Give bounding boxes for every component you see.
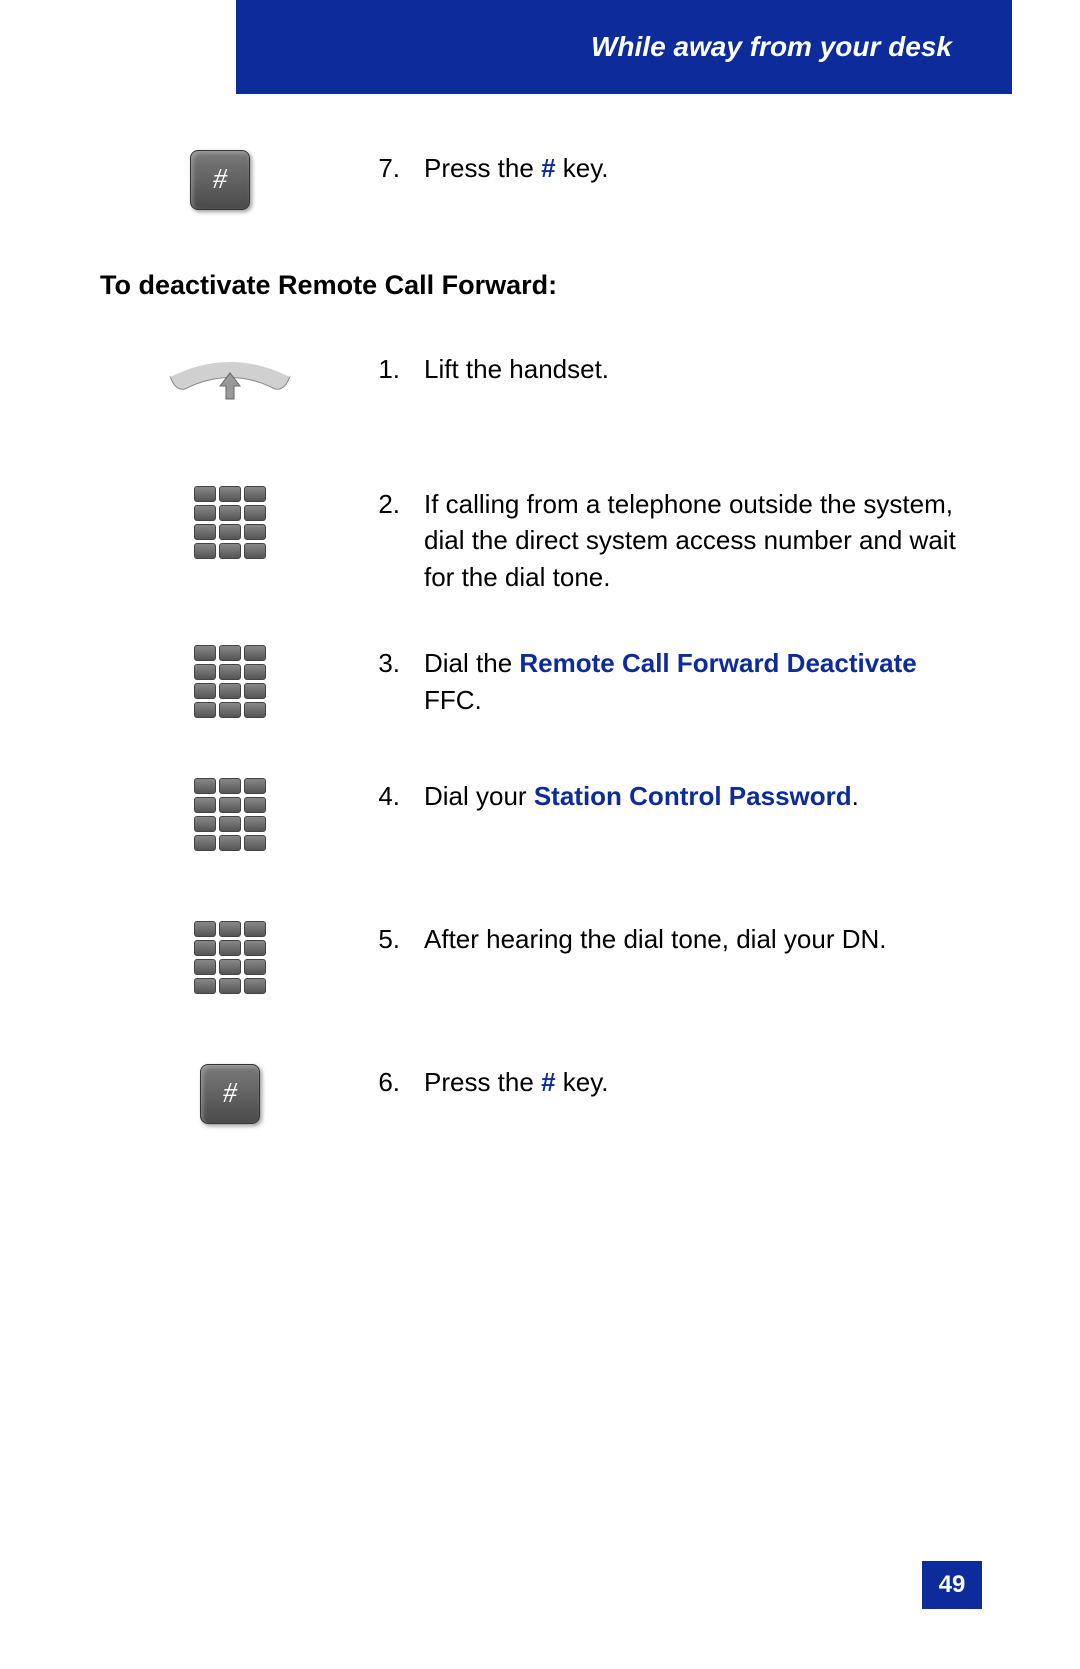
step-number: 5. xyxy=(360,921,400,957)
step-number: 7. xyxy=(360,150,400,186)
header-bar: While away from your desk xyxy=(236,0,1012,94)
text-col: 3. Dial the Remote Call Forward Deactiva… xyxy=(360,645,980,718)
text-col: 6. Press the # key. xyxy=(360,1064,980,1100)
text-col: 7. Press the # key. xyxy=(360,150,980,186)
text-col: 1. Lift the handset. xyxy=(360,351,980,387)
step-row-2: 2. If calling from a telephone outside t… xyxy=(100,486,980,595)
icon-col: # xyxy=(100,1064,360,1124)
hash-key-icon: # xyxy=(200,1064,260,1124)
section-heading: To deactivate Remote Call Forward: xyxy=(100,270,980,301)
text-col: 5. After hearing the dial tone, dial you… xyxy=(360,921,980,957)
step-number: 1. xyxy=(360,351,400,387)
step-row-4: 4. Dial your Station Control Password. xyxy=(100,778,980,851)
step-row-3: 3. Dial the Remote Call Forward Deactiva… xyxy=(100,645,980,718)
step-number: 2. xyxy=(360,486,400,595)
page-number: 49 xyxy=(922,1561,982,1609)
step-row-6: # 6. Press the # key. xyxy=(100,1064,980,1124)
step-row-5: 5. After hearing the dial tone, dial you… xyxy=(100,921,980,994)
hash-key-icon: # xyxy=(190,150,250,210)
step-text: Press the # key. xyxy=(424,150,980,186)
step-number: 3. xyxy=(360,645,400,718)
step-number: 4. xyxy=(360,778,400,814)
keypad-icon xyxy=(194,921,266,994)
header-title: While away from your desk xyxy=(591,31,952,63)
icon-col xyxy=(100,486,360,559)
text-col: 2. If calling from a telephone outside t… xyxy=(360,486,980,595)
icon-col xyxy=(100,921,360,994)
step-text: After hearing the dial tone, dial your D… xyxy=(424,921,980,957)
step-number: 6. xyxy=(360,1064,400,1100)
step-text: Dial the Remote Call Forward Deactivate … xyxy=(424,645,980,718)
step-text: Lift the handset. xyxy=(424,351,980,387)
icon-col: # xyxy=(100,150,360,210)
icon-col xyxy=(100,351,360,426)
step-text: Press the # key. xyxy=(424,1064,980,1100)
keypad-icon xyxy=(194,778,266,851)
pre-step-row: # 7. Press the # key. xyxy=(100,150,980,210)
step-text: If calling from a telephone outside the … xyxy=(424,486,980,595)
keypad-icon xyxy=(194,486,266,559)
text-col: 4. Dial your Station Control Password. xyxy=(360,778,980,814)
icon-col xyxy=(100,645,360,718)
step-text: Dial your Station Control Password. xyxy=(424,778,980,814)
page-content: # 7. Press the # key. To deactivate Remo… xyxy=(0,140,1080,1164)
keypad-icon xyxy=(194,645,266,718)
handset-icon xyxy=(160,351,300,426)
step-row-1: 1. Lift the handset. xyxy=(100,351,980,426)
icon-col xyxy=(100,778,360,851)
